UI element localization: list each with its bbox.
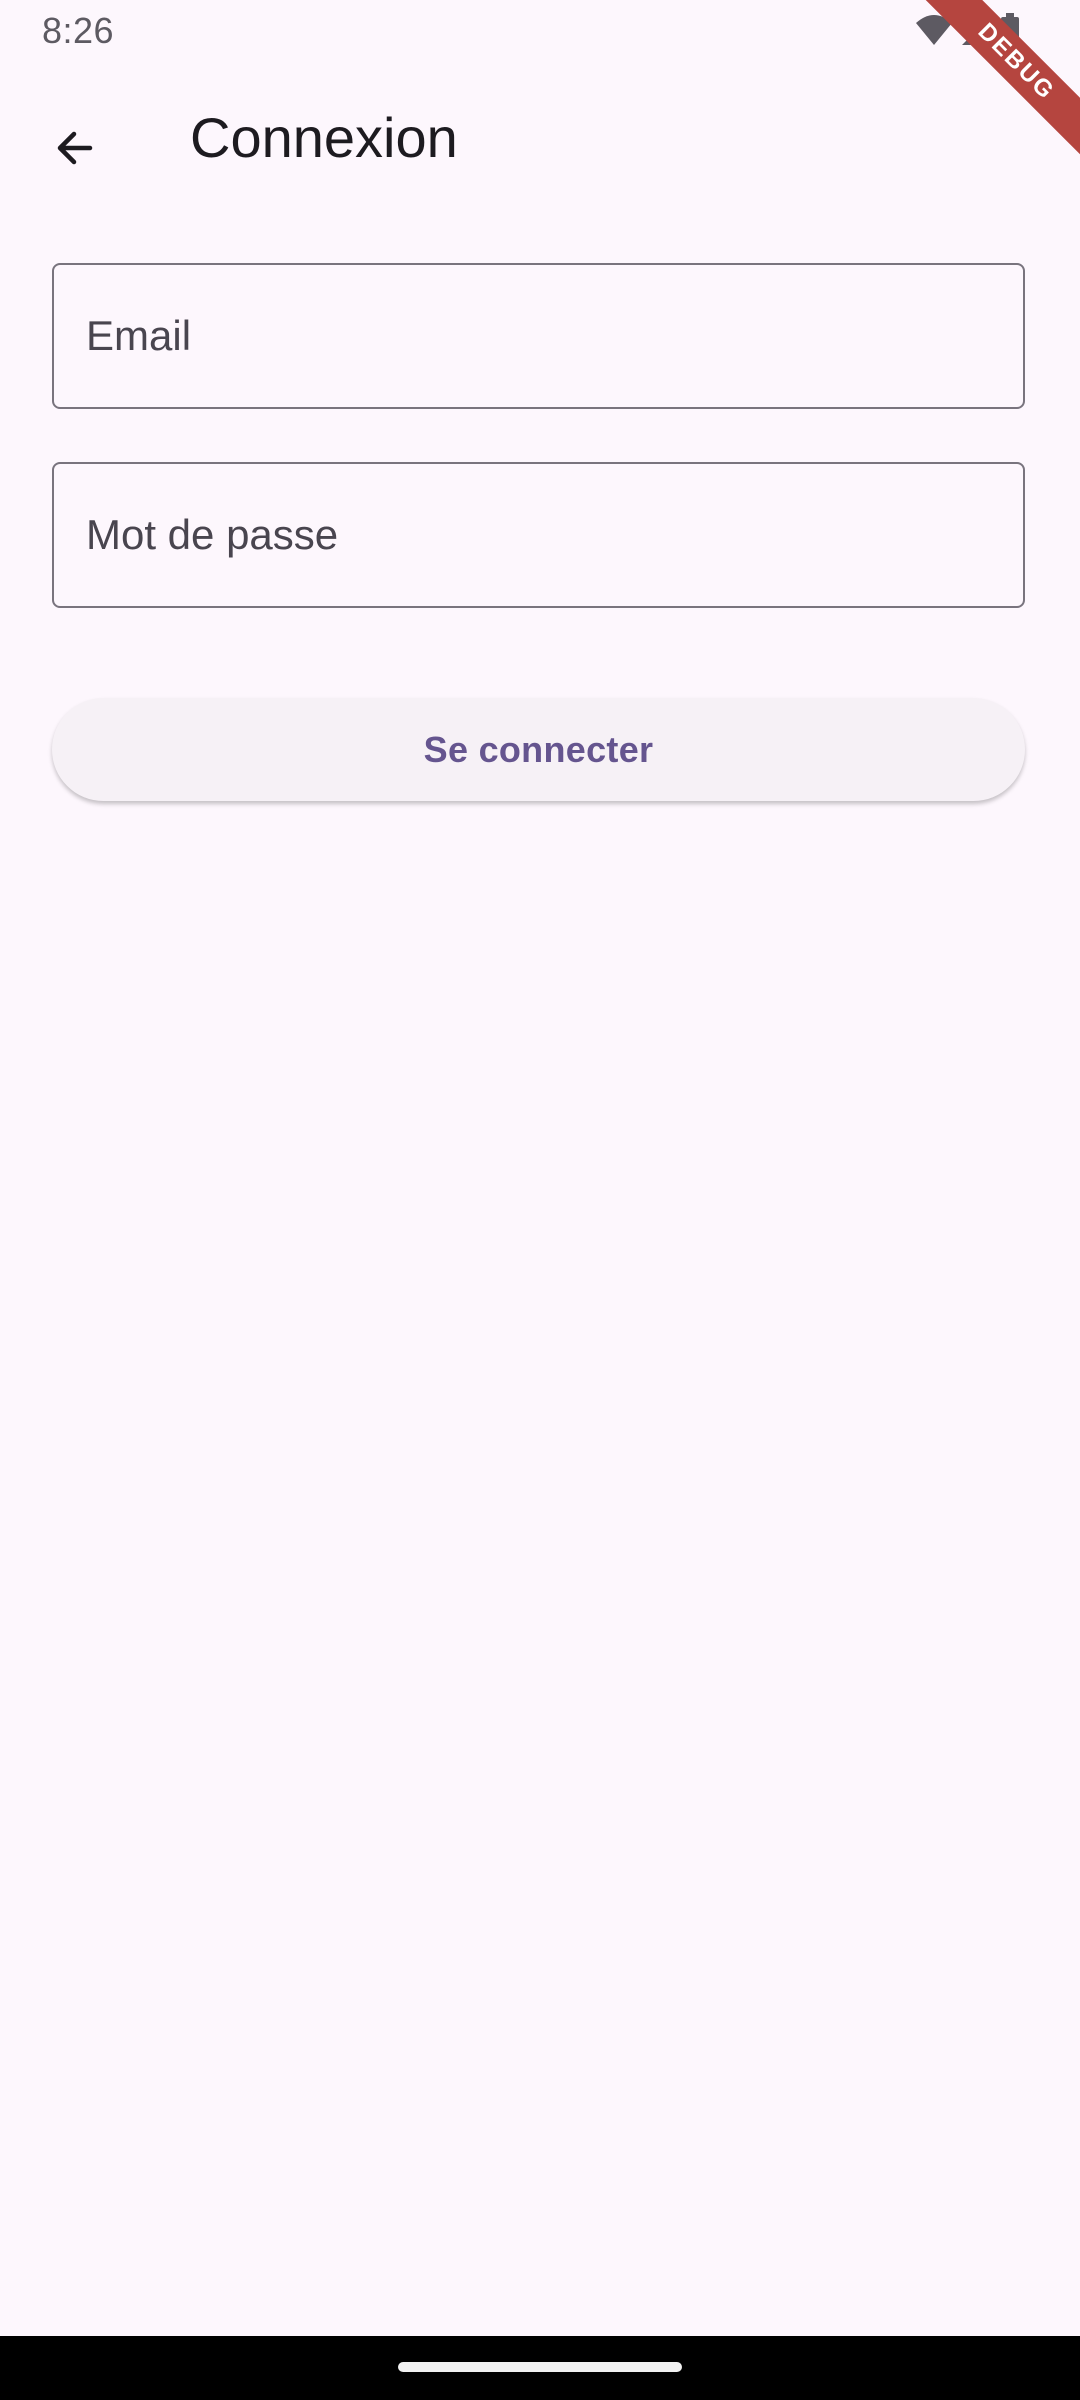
status-icons bbox=[914, 12, 1020, 48]
password-input[interactable] bbox=[54, 464, 1023, 606]
password-field[interactable] bbox=[52, 462, 1025, 608]
battery-icon bbox=[1001, 13, 1019, 47]
back-button[interactable] bbox=[30, 104, 118, 192]
cell-signal-icon bbox=[962, 15, 992, 45]
email-field[interactable] bbox=[52, 263, 1025, 409]
status-time: 8:26 bbox=[42, 10, 115, 51]
status-bar: 8:26 bbox=[0, 0, 1080, 64]
email-input[interactable] bbox=[54, 265, 1023, 407]
arrow-back-icon bbox=[57, 131, 93, 165]
app-bar: Connexion bbox=[0, 64, 1080, 208]
page-title: Connexion bbox=[190, 106, 458, 169]
login-button[interactable]: Se connecter bbox=[52, 698, 1025, 801]
wifi-icon bbox=[916, 15, 952, 45]
home-indicator[interactable] bbox=[398, 2362, 682, 2372]
